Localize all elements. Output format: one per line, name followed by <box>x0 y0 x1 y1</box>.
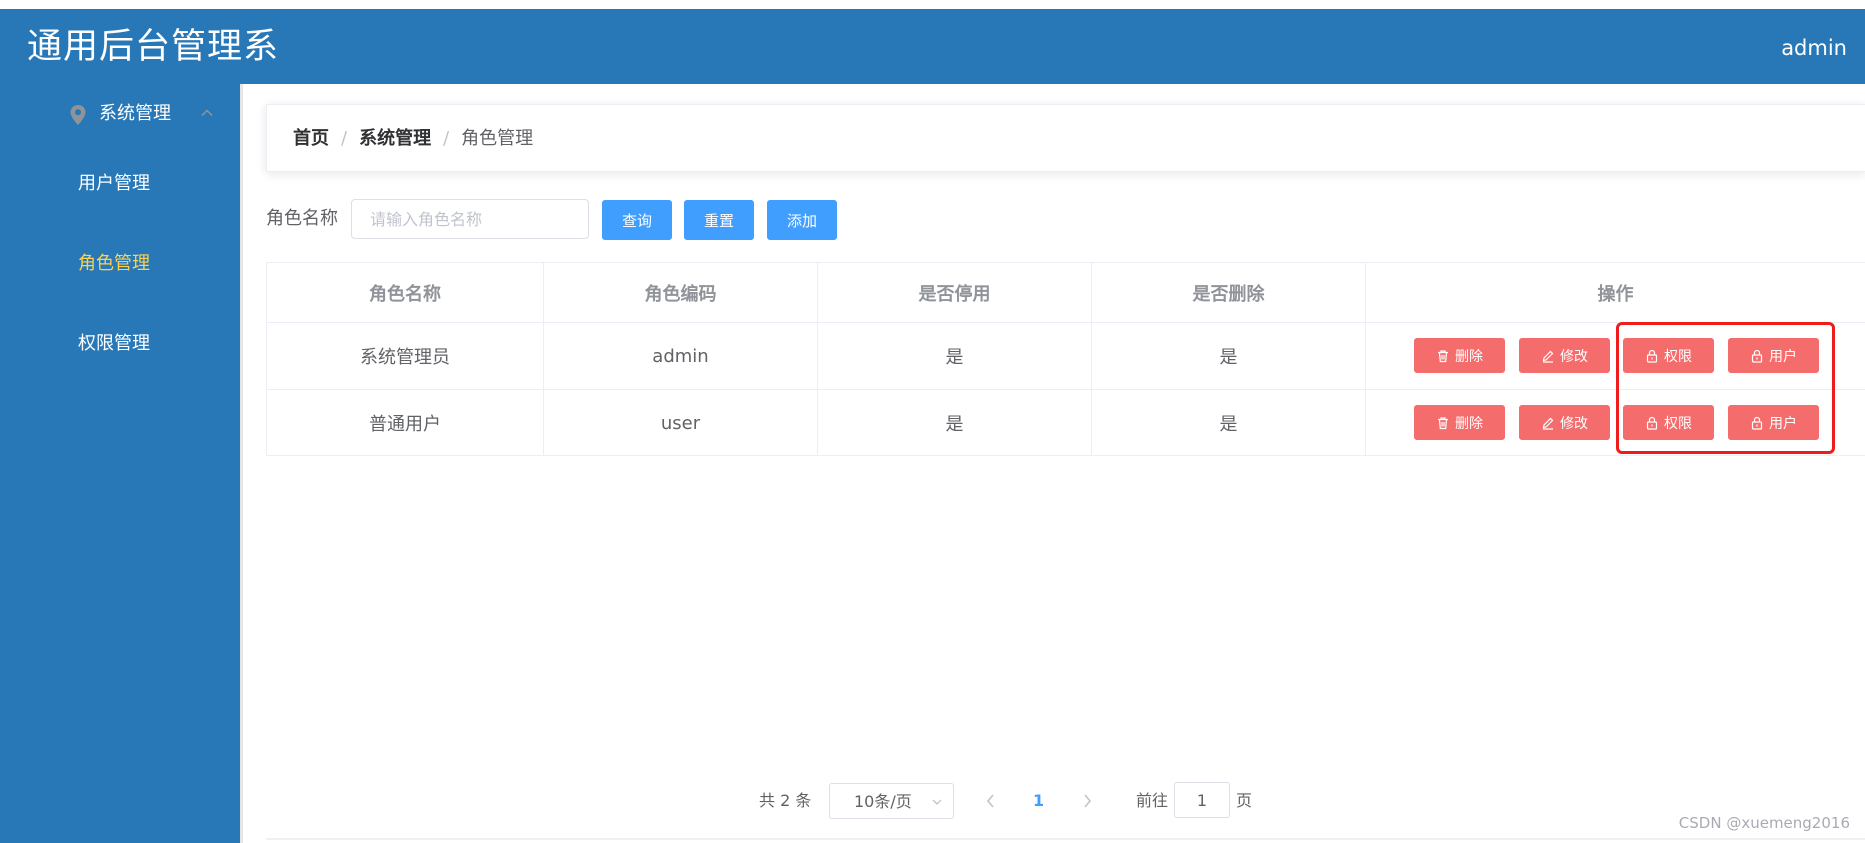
delete-button[interactable]: 删除 <box>1414 338 1505 373</box>
column-header: 角色名称 <box>267 263 544 322</box>
role-name-input[interactable] <box>351 199 589 239</box>
user-button[interactable]: 用户 <box>1728 338 1819 373</box>
pagination-goto-label: 前往 <box>1136 791 1169 810</box>
pagination-goto-input[interactable] <box>1174 782 1230 818</box>
lock-icon <box>1751 416 1763 430</box>
permission-button[interactable]: 权限 <box>1623 405 1714 440</box>
reset-button[interactable]: 重置 <box>684 200 754 240</box>
sidebar-group-label: 系统管理 <box>99 103 171 124</box>
breadcrumb-current: 角色管理 <box>461 128 534 149</box>
delete-label: 删除 <box>1455 348 1483 365</box>
add-button[interactable]: 添加 <box>767 200 837 240</box>
edit-label: 修改 <box>1560 348 1588 365</box>
current-user[interactable]: admin <box>1781 36 1847 60</box>
lock-icon <box>1646 416 1658 430</box>
row-actions: 删除 修改 权限 用户 <box>1366 390 1865 456</box>
sidebar-divider <box>240 84 243 843</box>
sidebar-item-permissions[interactable]: 权限管理 <box>0 314 240 374</box>
sidebar-group-system[interactable]: 系统管理 <box>0 84 240 144</box>
table-row: 系统管理员 admin 是 是 删除 修改 权限 用户 <box>267 323 1865 390</box>
role-name-label: 角色名称 <box>266 208 338 229</box>
disabled-cell: 是 <box>818 390 1092 456</box>
sidebar-item-label: 角色管理 <box>78 253 150 274</box>
role-name-cell: 系统管理员 <box>267 323 544 389</box>
row-actions: 删除 修改 权限 用户 <box>1366 323 1865 389</box>
edit-icon <box>1542 350 1554 363</box>
sidebar-item-roles[interactable]: 角色管理 <box>0 234 240 294</box>
role-code-cell: admin <box>544 323 818 389</box>
delete-label: 删除 <box>1455 415 1483 432</box>
delete-icon <box>1438 416 1448 429</box>
breadcrumb-separator: / <box>341 128 348 149</box>
edit-button[interactable]: 修改 <box>1519 405 1610 440</box>
chevron-down-icon <box>932 799 942 805</box>
delete-icon <box>1438 349 1448 362</box>
sidebar-item-users[interactable]: 用户管理 <box>0 154 240 214</box>
chevron-up-icon <box>201 109 213 117</box>
breadcrumb-card: 首页 / 系统管理 / 角色管理 <box>266 104 1865 172</box>
lock-icon <box>1751 349 1763 363</box>
breadcrumb-separator: / <box>443 128 450 149</box>
disabled-cell: 是 <box>818 323 1092 389</box>
table-header-row: 角色名称 角色编码 是否停用 是否删除 操作 <box>267 263 1865 323</box>
lock-icon <box>1646 349 1658 363</box>
pagination-current-page[interactable]: 1 <box>1033 791 1044 811</box>
edit-button[interactable]: 修改 <box>1519 338 1610 373</box>
breadcrumb-section[interactable]: 系统管理 <box>359 128 431 149</box>
user-label: 用户 <box>1769 348 1797 365</box>
sidebar-item-label: 权限管理 <box>78 333 150 354</box>
role-code-cell: user <box>544 390 818 456</box>
pagination-total: 共 2 条 <box>759 791 812 810</box>
watermark: CSDN @xuemeng2016 <box>1678 814 1850 832</box>
deleted-cell: 是 <box>1092 323 1366 389</box>
roles-table: 角色名称 角色编码 是否停用 是否删除 操作 系统管理员 admin 是 是 删… <box>266 262 1865 456</box>
page-size-value: 10条/页 <box>854 792 912 811</box>
column-header: 是否停用 <box>818 263 1092 322</box>
column-header: 角色编码 <box>544 263 818 322</box>
deleted-cell: 是 <box>1092 390 1366 456</box>
bottom-divider <box>266 838 1865 840</box>
breadcrumb-home[interactable]: 首页 <box>293 128 329 149</box>
breadcrumb: 首页 / 系统管理 / 角色管理 <box>293 127 533 151</box>
top-strip <box>0 0 1865 9</box>
chevron-left-icon[interactable] <box>983 791 999 811</box>
sidebar-item-label: 用户管理 <box>78 173 150 194</box>
permission-button[interactable]: 权限 <box>1623 338 1714 373</box>
user-label: 用户 <box>1769 415 1797 432</box>
edit-label: 修改 <box>1560 415 1588 432</box>
page-size-select[interactable]: 10条/页 <box>829 783 954 819</box>
column-header: 操作 <box>1597 283 1634 305</box>
delete-button[interactable]: 删除 <box>1414 405 1505 440</box>
sidebar: 系统管理 用户管理 角色管理 权限管理 <box>0 84 240 843</box>
column-header: 是否删除 <box>1092 263 1366 322</box>
edit-icon <box>1542 417 1554 430</box>
pagination-goto-unit: 页 <box>1236 791 1253 810</box>
chevron-right-icon[interactable] <box>1079 791 1095 811</box>
user-button[interactable]: 用户 <box>1728 405 1819 440</box>
app-title: 通用后台管理系 <box>27 27 280 67</box>
table-row: 普通用户 user 是 是 删除 修改 权限 用户 <box>267 390 1865 456</box>
permission-label: 权限 <box>1664 415 1692 432</box>
query-button[interactable]: 查询 <box>602 200 672 240</box>
app-header: 通用后台管理系 admin <box>0 9 1865 84</box>
role-name-cell: 普通用户 <box>267 390 544 456</box>
permission-label: 权限 <box>1664 348 1692 365</box>
location-icon <box>70 105 86 125</box>
